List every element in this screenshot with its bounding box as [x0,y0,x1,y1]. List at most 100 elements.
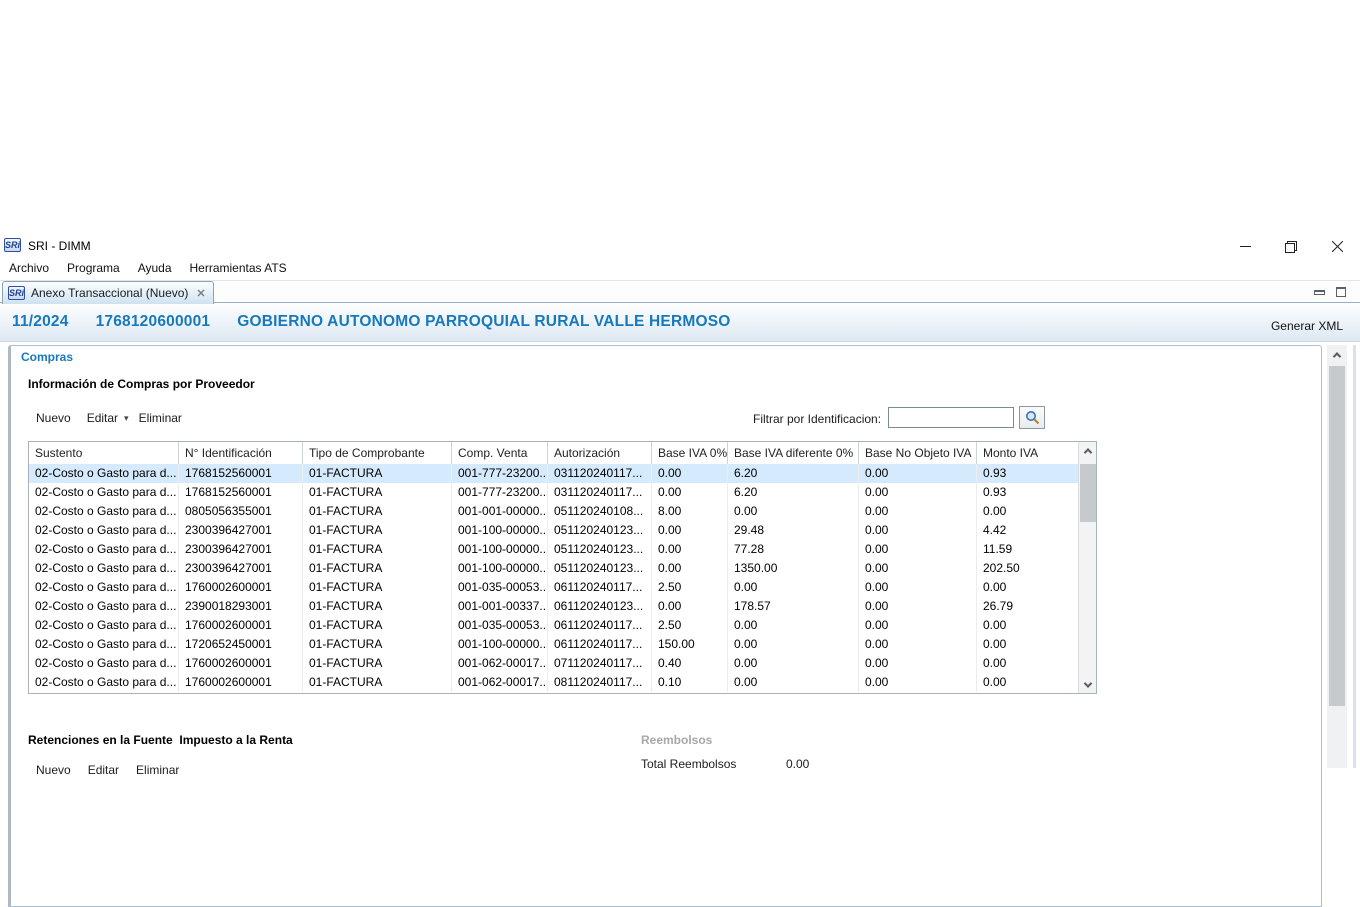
table-row[interactable]: 02-Costo o Gasto para d...17681525600010… [29,483,1078,502]
editar-button[interactable]: Editar [87,411,118,425]
table-cell: 0.00 [652,597,728,616]
table-cell: 02-Costo o Gasto para d... [29,502,179,521]
menu-item-ayuda[interactable]: Ayuda [129,258,181,278]
eliminar-button[interactable]: Eliminar [139,411,182,425]
table-cell: 2300396427001 [179,559,303,578]
table-cell: 051120240123... [548,540,652,559]
table-row[interactable]: 02-Costo o Gasto para d...17600026000010… [29,578,1078,597]
total-reembolsos-label: Total Reembolsos [641,757,736,771]
table-cell: 02-Costo o Gasto para d... [29,635,179,654]
table-cell: 001-777-23200... [452,464,548,483]
table-cell: 178.57 [728,597,859,616]
page-scrollbar-thumb[interactable] [1329,366,1345,706]
generar-xml-button[interactable]: Generar XML [1271,319,1343,333]
table-row[interactable]: 02-Costo o Gasto para d...1768152560001 0… [29,464,1078,483]
table-cell: 150.00 [652,635,728,654]
table-row[interactable]: 02-Costo o Gasto para d...08050563550010… [29,502,1078,521]
table-cell: 0.93 [977,483,1079,502]
close-icon[interactable] [1320,236,1354,257]
table-cell: 2.50 [652,616,728,635]
table-cell: 001-001-00337... [452,597,548,616]
menu-item-programa[interactable]: Programa [58,258,129,278]
column-header[interactable]: Autorización [548,442,652,464]
table-cell: 061120240117... [548,635,652,654]
view-minimize-icon[interactable] [1314,290,1325,295]
view-maximize-icon[interactable] [1336,287,1346,297]
page-scroll-up-icon[interactable] [1327,345,1347,364]
column-header[interactable]: Base IVA diferente 0% [728,442,859,464]
table-cell: 031120240117... [548,464,652,483]
title-bar: SRi SRI - DIMM [0,235,1360,258]
table-cell: 1760002600001 [179,654,303,673]
table-cell: 01-FACTURA [303,559,452,578]
window-title: SRI - DIMM [28,239,91,253]
retenciones-eliminar-button[interactable]: Eliminar [136,763,179,777]
declaration-header: 11/2024 1768120600001 GOBIERNO AUTONOMO … [0,304,1360,342]
table-cell: 0.00 [728,673,859,692]
taxpayer-name: GOBIERNO AUTONOMO PARROQUIAL RURAL VALLE… [237,313,730,331]
tab-close-icon[interactable]: ✕ [194,287,205,300]
tab-anexo-transaccional[interactable]: SRi Anexo Transaccional (Nuevo) ✕ [2,281,214,304]
menu-item-archivo[interactable]: Archivo [0,258,58,278]
restore-icon[interactable] [1274,236,1308,257]
table-cell: 1768152560001 [179,464,303,483]
table-cell: 001-062-00017... [452,654,548,673]
table-row[interactable]: 02-Costo o Gasto para d...23003964270010… [29,540,1078,559]
column-header[interactable]: Tipo de Comprobante [303,442,452,464]
editor-tabstrip: SRi Anexo Transaccional (Nuevo) ✕ [0,280,1360,303]
filter-input[interactable] [888,407,1014,428]
table-cell: 2.50 [652,578,728,597]
table-cell: 01-FACTURA [303,654,452,673]
menu-item-herramientas-ats[interactable]: Herramientas ATS [181,258,296,278]
column-header[interactable]: Base IVA 0% [652,442,728,464]
table-cell: 0.00 [728,616,859,635]
table-cell: 0.00 [859,483,977,502]
column-header[interactable]: Base No Objeto IVA [859,442,977,464]
table-cell: 061120240117... [548,578,652,597]
section-title-compras[interactable]: Compras [21,350,73,364]
table-cell: 071120240117... [548,654,652,673]
table-row[interactable]: 02-Costo o Gasto para d...17600026000010… [29,616,1078,635]
table-cell: 001-100-00000... [452,540,548,559]
minimize-icon[interactable] [1228,236,1262,257]
table-cell: 01-FACTURA [303,597,452,616]
table-cell: 0.00 [977,654,1079,673]
retenciones-editar-button[interactable]: Editar [88,763,119,777]
scroll-up-icon[interactable] [1079,442,1096,459]
column-header[interactable]: N° Identificación [179,442,303,464]
table-scrollbar[interactable] [1078,442,1096,693]
table-cell: 0.40 [652,654,728,673]
table-cell: 001-035-00053... [452,616,548,635]
tab-sri-icon: SRi [8,286,25,300]
table-cell: 29.48 [728,521,859,540]
table-row[interactable]: 02-Costo o Gasto para d...17600026000010… [29,673,1078,692]
search-button[interactable] [1019,406,1045,429]
table-cell: 001-035-00053... [452,578,548,597]
compras-subtitle: Información de Compras por Proveedor [28,377,255,391]
table-cell: 01-FACTURA [303,540,452,559]
table-row[interactable]: 02-Costo o Gasto para d...17206524500010… [29,635,1078,654]
table-cell: 0.00 [859,540,977,559]
column-header[interactable]: Monto IVA [977,442,1079,464]
table-cell: 77.28 [728,540,859,559]
table-row[interactable]: 02-Costo o Gasto para d...23003964270010… [29,521,1078,540]
table-cell: 001-777-23200... [452,483,548,502]
table-cell: 6.20 [728,483,859,502]
retenciones-section-title: Retenciones en la Fuente Impuesto a la R… [28,733,293,747]
table-cell: 02-Costo o Gasto para d... [29,464,179,483]
editar-dropdown-icon[interactable]: ▾ [124,413,129,424]
table-cell: 081120240117... [548,673,652,692]
retenciones-nuevo-button[interactable]: Nuevo [36,763,71,777]
table-row[interactable]: 02-Costo o Gasto para d...23003964270010… [29,559,1078,578]
scroll-down-icon[interactable] [1079,676,1096,693]
table-row[interactable]: 02-Costo o Gasto para d...23900182930010… [29,597,1078,616]
column-header[interactable]: Sustento [29,442,179,464]
column-header[interactable]: Comp. Venta [452,442,548,464]
table-cell: 02-Costo o Gasto para d... [29,559,179,578]
page-scrollbar[interactable] [1327,345,1347,768]
table-cell: 001-062-00017... [452,673,548,692]
nuevo-button[interactable]: Nuevo [36,411,71,425]
table-row[interactable]: 02-Costo o Gasto para d...17600026000010… [29,654,1078,673]
table-cell: 02-Costo o Gasto para d... [29,673,179,692]
table-scrollbar-thumb[interactable] [1080,464,1096,522]
